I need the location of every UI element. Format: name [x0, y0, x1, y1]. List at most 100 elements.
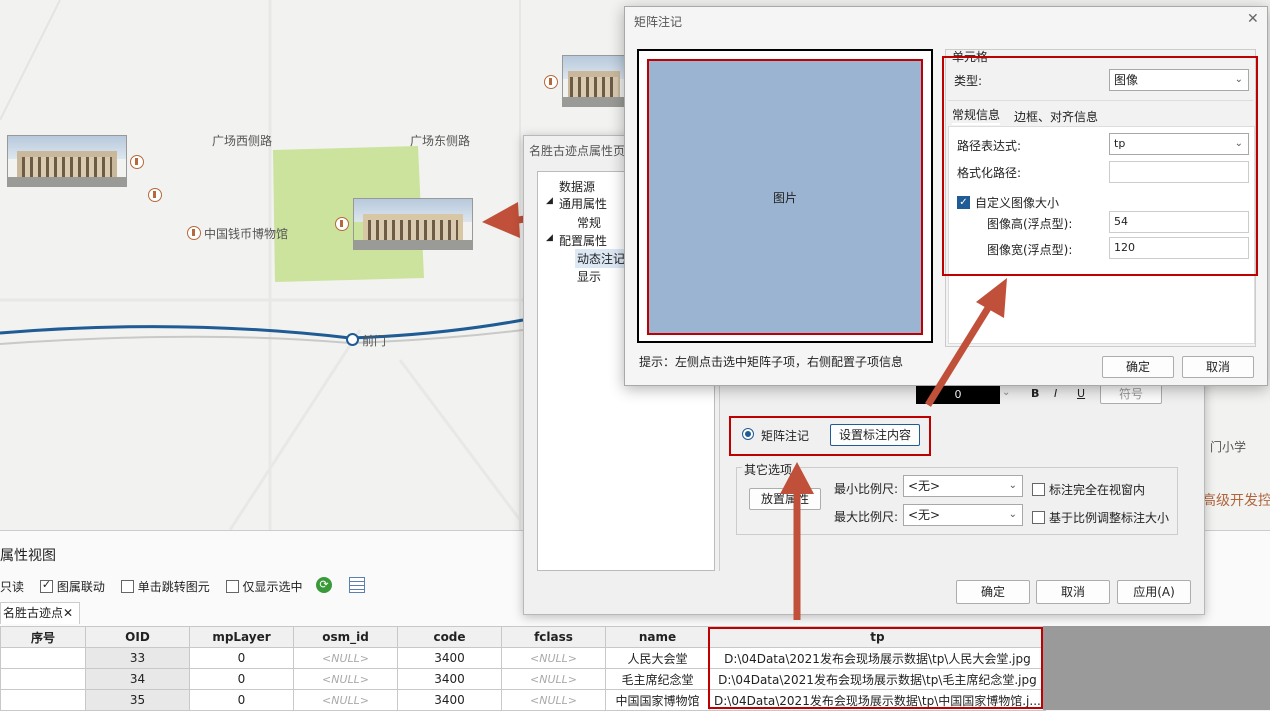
cell[interactable]: 0	[189, 647, 294, 669]
station-icon[interactable]	[346, 333, 359, 346]
refresh-icon[interactable]: ⟳	[316, 577, 332, 593]
poi-icon[interactable]	[335, 217, 349, 231]
cell[interactable]: 0	[189, 668, 294, 690]
custom-size-label: 自定义图像大小	[975, 196, 1060, 210]
min-scale-select[interactable]: <无> ⌄	[903, 475, 1023, 497]
matrix-radio[interactable]	[742, 428, 754, 440]
custom-size-checkbox[interactable]: ✓	[957, 196, 970, 209]
path-expr-label: 路径表达式:	[957, 139, 1022, 153]
cell-config-panel: 单元格 类型: 图像 ⌄ 常规信息 边框、对齐信息 路径表达式: tp ⌄ 格式化路…	[945, 49, 1256, 347]
column-header[interactable]: osm_id	[293, 626, 398, 648]
width-field[interactable]: 120	[1109, 237, 1249, 259]
close-icon[interactable]: ✕	[1247, 11, 1259, 27]
attribute-toolbar: 只读 图属联动 单击跳转图元 仅显示选中	[0, 578, 303, 595]
matrix-cell-label: 图片	[772, 191, 797, 205]
click-jump-checkbox[interactable]	[120, 580, 134, 593]
tab-scenic-points[interactable]: 名胜古迹点 ✕	[0, 602, 80, 624]
cell[interactable]: <NULL>	[501, 689, 606, 711]
chevron-down-icon: ⌄	[1008, 480, 1017, 491]
max-scale-label: 最大比例尺:	[834, 510, 899, 524]
column-header[interactable]: code	[397, 626, 502, 648]
cell[interactable]: 35	[85, 689, 190, 711]
column-header[interactable]: fclass	[501, 626, 606, 648]
other-options-title: 其它选项	[742, 461, 795, 478]
underline-icon[interactable]: U	[1077, 387, 1085, 400]
cell[interactable]: <NULL>	[293, 689, 398, 711]
cell[interactable]: D:\04Data\2021发布会现场展示数据\tp\中国国家博物馆.j...	[709, 689, 1046, 711]
table-row[interactable]: 35 0 <NULL> 3400 <NULL> 中国国家博物馆 D:\04Dat…	[0, 689, 1046, 711]
cell[interactable]: <NULL>	[501, 668, 606, 690]
ok-button[interactable]: 确定	[1102, 356, 1174, 378]
collapse-icon[interactable]: ◢	[546, 196, 553, 206]
close-tab-icon[interactable]: ✕	[63, 603, 73, 623]
chevron-down-icon: ⌄	[1234, 138, 1243, 149]
min-scale-value: <无>	[908, 479, 941, 493]
only-selected-checkbox[interactable]	[225, 580, 239, 593]
readonly-label: 只读	[0, 580, 25, 594]
link-checkbox[interactable]	[39, 578, 53, 593]
scale-adjust-checkbox[interactable]	[1032, 511, 1045, 524]
poi-icon[interactable]	[544, 75, 558, 89]
poi-icon[interactable]	[148, 188, 162, 202]
matrix-cell[interactable]: 图片	[647, 59, 923, 335]
bold-icon[interactable]: B	[1031, 387, 1039, 400]
column-header[interactable]: tp	[709, 626, 1046, 648]
cell[interactable]: D:\04Data\2021发布会现场展示数据\tp\人民大会堂.jpg	[709, 647, 1046, 669]
cell[interactable]: D:\04Data\2021发布会现场展示数据\tp\毛主席纪念堂.jpg	[709, 668, 1046, 690]
cell[interactable]: 3400	[397, 668, 502, 690]
tree-item-general-props[interactable]: 通用属性	[559, 195, 607, 212]
column-header[interactable]: 序号	[0, 626, 86, 648]
poi-photo-mausoleum[interactable]	[353, 198, 473, 250]
cell[interactable]	[0, 689, 86, 711]
cell[interactable]: <NULL>	[293, 647, 398, 669]
table-settings-icon[interactable]	[349, 577, 365, 593]
chevron-down-icon[interactable]: ⌄	[1002, 387, 1010, 398]
poi-photo-great-hall[interactable]	[7, 135, 127, 187]
italic-icon[interactable]: I	[1054, 387, 1057, 400]
cell[interactable]: <NULL>	[501, 647, 606, 669]
ok-button[interactable]: 确定	[956, 580, 1030, 604]
cell[interactable]	[0, 647, 86, 669]
label-in-window-checkbox[interactable]	[1032, 483, 1045, 496]
cell[interactable]: 中国国家博物馆	[605, 689, 710, 711]
color-value[interactable]: 0	[916, 386, 1000, 404]
tree-item-datasource[interactable]: 数据源	[559, 178, 595, 195]
attribute-table: 序号 OID mpLayer osm_id code fclass name t…	[0, 626, 1046, 711]
collapse-icon[interactable]: ◢	[546, 233, 553, 243]
cancel-button[interactable]: 取消	[1036, 580, 1110, 604]
poi-icon[interactable]	[130, 155, 144, 169]
cell[interactable]: 人民大会堂	[605, 647, 710, 669]
type-select[interactable]: 图像 ⌄	[1109, 69, 1249, 91]
tab-general[interactable]: 常规信息	[952, 106, 1001, 125]
cell[interactable]: 3400	[397, 647, 502, 669]
tree-item-dynamic-label[interactable]: 动态注记	[575, 249, 628, 268]
format-path-field[interactable]	[1109, 161, 1249, 183]
poi-icon[interactable]	[187, 226, 201, 240]
path-expr-select[interactable]: tp ⌄	[1109, 133, 1249, 155]
column-header[interactable]: OID	[85, 626, 190, 648]
column-header[interactable]: mpLayer	[189, 626, 294, 648]
cell[interactable]: 3400	[397, 689, 502, 711]
tree-item-config-props[interactable]: 配置属性	[559, 232, 607, 249]
cell[interactable]	[0, 668, 86, 690]
cell[interactable]: 34	[85, 668, 190, 690]
max-scale-select[interactable]: <无> ⌄	[903, 504, 1023, 526]
cell[interactable]: 0	[189, 689, 294, 711]
cell[interactable]: 毛主席纪念堂	[605, 668, 710, 690]
cell[interactable]: 33	[85, 647, 190, 669]
column-header[interactable]: name	[605, 626, 710, 648]
path-expr-value: tp	[1114, 137, 1126, 150]
table-row[interactable]: 33 0 <NULL> 3400 <NULL> 人民大会堂 D:\04Data\…	[0, 647, 1046, 669]
height-field[interactable]: 54	[1109, 211, 1249, 233]
cell[interactable]: <NULL>	[293, 668, 398, 690]
poi-photo-museum[interactable]	[562, 55, 626, 107]
cancel-button[interactable]: 取消	[1182, 356, 1254, 378]
tree-item-normal[interactable]: 常规	[577, 214, 601, 231]
symbol-button[interactable]: 符号	[1100, 384, 1162, 404]
tree-item-display[interactable]: 显示	[577, 268, 601, 285]
tab-border-align[interactable]: 边框、对齐信息	[1014, 108, 1098, 125]
place-attr-button[interactable]: 放置属性	[749, 488, 821, 510]
set-label-content-button[interactable]: 设置标注内容	[830, 424, 920, 446]
apply-button[interactable]: 应用(A)	[1117, 580, 1191, 604]
table-row[interactable]: 34 0 <NULL> 3400 <NULL> 毛主席纪念堂 D:\04Data…	[0, 668, 1046, 690]
